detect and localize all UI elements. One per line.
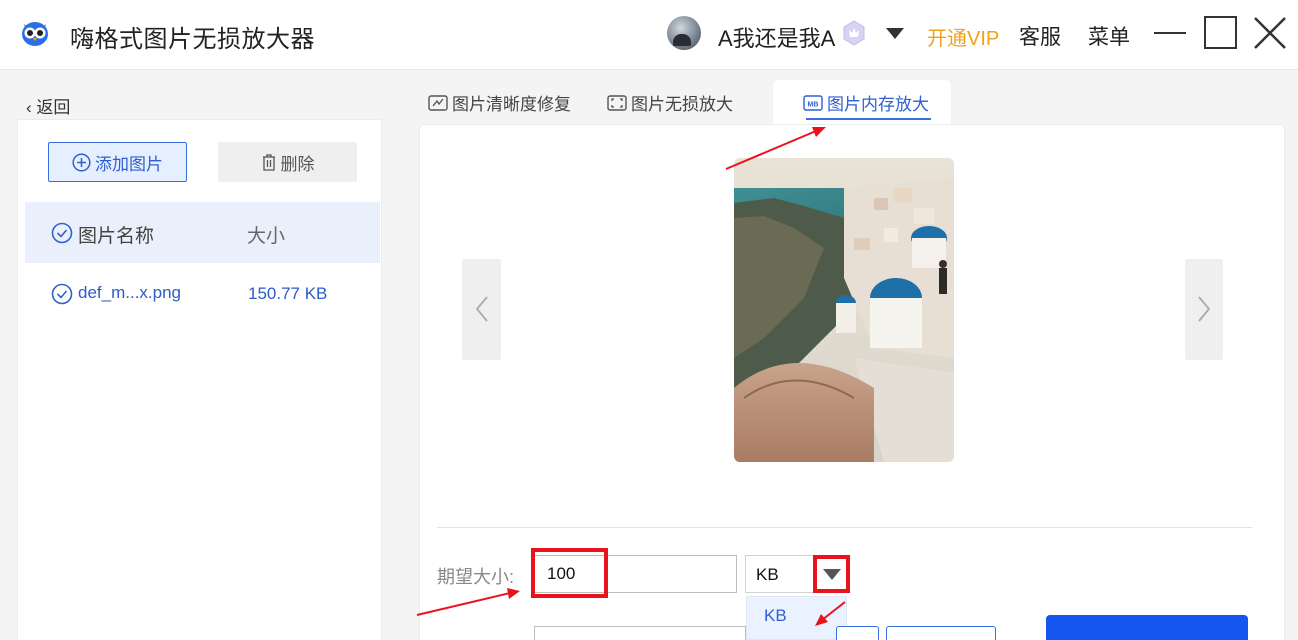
image-repair-icon [428, 94, 448, 111]
browse-button[interactable] [836, 626, 879, 640]
unit-dropdown-menu [746, 596, 847, 640]
app-title: 嗨格式图片无损放大器 [70, 26, 315, 53]
delete-label: 删除 [280, 154, 315, 174]
select-all-check-icon[interactable] [51, 222, 73, 244]
column-header-name: 图片名称 [78, 226, 155, 247]
username[interactable]: A我还是我A [718, 21, 835, 53]
minimize-icon[interactable] [1154, 32, 1186, 34]
previous-image-button[interactable] [462, 259, 501, 360]
menu-link[interactable]: 菜单 [1088, 21, 1130, 51]
tab-label: 图片内存放大 [827, 95, 929, 114]
file-name[interactable]: def_m...x.png [78, 283, 181, 303]
chevron-left-icon: ‹ [26, 98, 37, 117]
target-size-label: 期望大小: [437, 567, 515, 587]
form-divider [437, 527, 1252, 528]
tab-label: 图片无损放大 [631, 95, 733, 114]
expand-icon [607, 94, 627, 111]
user-dropdown-caret-icon[interactable] [886, 28, 904, 39]
file-list-panel [17, 119, 382, 640]
svg-text:MB: MB [808, 101, 819, 108]
owl-logo-icon [22, 22, 48, 46]
plus-circle-icon [72, 152, 91, 172]
tab-lossless-upscale[interactable]: 图片无损放大 [607, 90, 733, 115]
title-bar: 嗨格式图片无损放大器 A我还是我A 开通VIP 客服 菜单 [0, 0, 1298, 70]
chevron-right-icon [1198, 296, 1211, 322]
next-image-button[interactable] [1185, 259, 1223, 360]
column-header-size: 大小 [247, 226, 286, 247]
highlight-box-input [531, 548, 608, 598]
tab-label: 图片清晰度修复 [452, 95, 571, 114]
membership-badge-icon [843, 20, 865, 46]
delete-button[interactable]: 删除 [218, 142, 357, 182]
mb-icon: MB [803, 94, 823, 111]
add-image-button[interactable]: 添加图片 [48, 142, 187, 182]
tab-memory-enlarge[interactable]: MB 图片内存放大 [803, 90, 929, 115]
unit-option-kb[interactable]: KB [764, 606, 787, 626]
active-tab-underline [806, 118, 931, 120]
open-folder-button[interactable] [886, 626, 996, 640]
image-preview [734, 158, 954, 462]
app-window: 嗨格式图片无损放大器 A我还是我A 开通VIP 客服 菜单 ‹ 返回 添加图片 … [0, 0, 1298, 640]
customer-service-link[interactable]: 客服 [1019, 21, 1061, 51]
file-check-icon[interactable] [51, 283, 73, 305]
caret-down-icon [822, 568, 841, 580]
back-label: 返回 [36, 98, 71, 117]
open-vip-link[interactable]: 开通VIP [927, 22, 999, 51]
file-size: 150.77 KB [248, 284, 328, 303]
add-image-label: 添加图片 [95, 154, 163, 174]
close-icon[interactable] [1252, 15, 1288, 51]
user-avatar[interactable] [667, 16, 701, 50]
start-button[interactable] [1046, 615, 1248, 640]
chevron-left-icon [475, 296, 488, 322]
output-directory-input[interactable] [534, 626, 746, 640]
unit-selected-value: KB [756, 565, 779, 584]
tab-clarity-repair[interactable]: 图片清晰度修复 [428, 90, 571, 115]
maximize-icon[interactable] [1204, 16, 1237, 49]
back-link[interactable]: ‹ 返回 [26, 93, 70, 118]
unit-dropdown-toggle[interactable] [813, 555, 850, 593]
trash-icon [262, 153, 275, 171]
